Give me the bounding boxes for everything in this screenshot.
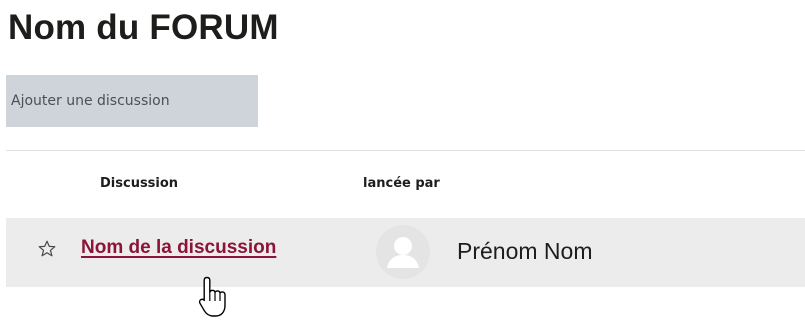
add-discussion-button[interactable]: Ajouter une discussion	[6, 75, 258, 127]
started-by-name: Prénom Nom	[457, 238, 593, 264]
page-title: Nom du FORUM	[8, 8, 279, 47]
hand-pointer-cursor-icon	[197, 275, 229, 319]
star-icon[interactable]	[37, 239, 57, 259]
table-divider	[6, 150, 805, 151]
user-avatar-icon	[376, 225, 430, 279]
table-row: Nom de la discussion Prénom Nom	[6, 218, 805, 287]
discussion-link[interactable]: Nom de la discussion	[81, 237, 276, 259]
column-header-discussion: Discussion	[100, 176, 179, 191]
column-header-started-by: lancée par	[363, 176, 440, 191]
